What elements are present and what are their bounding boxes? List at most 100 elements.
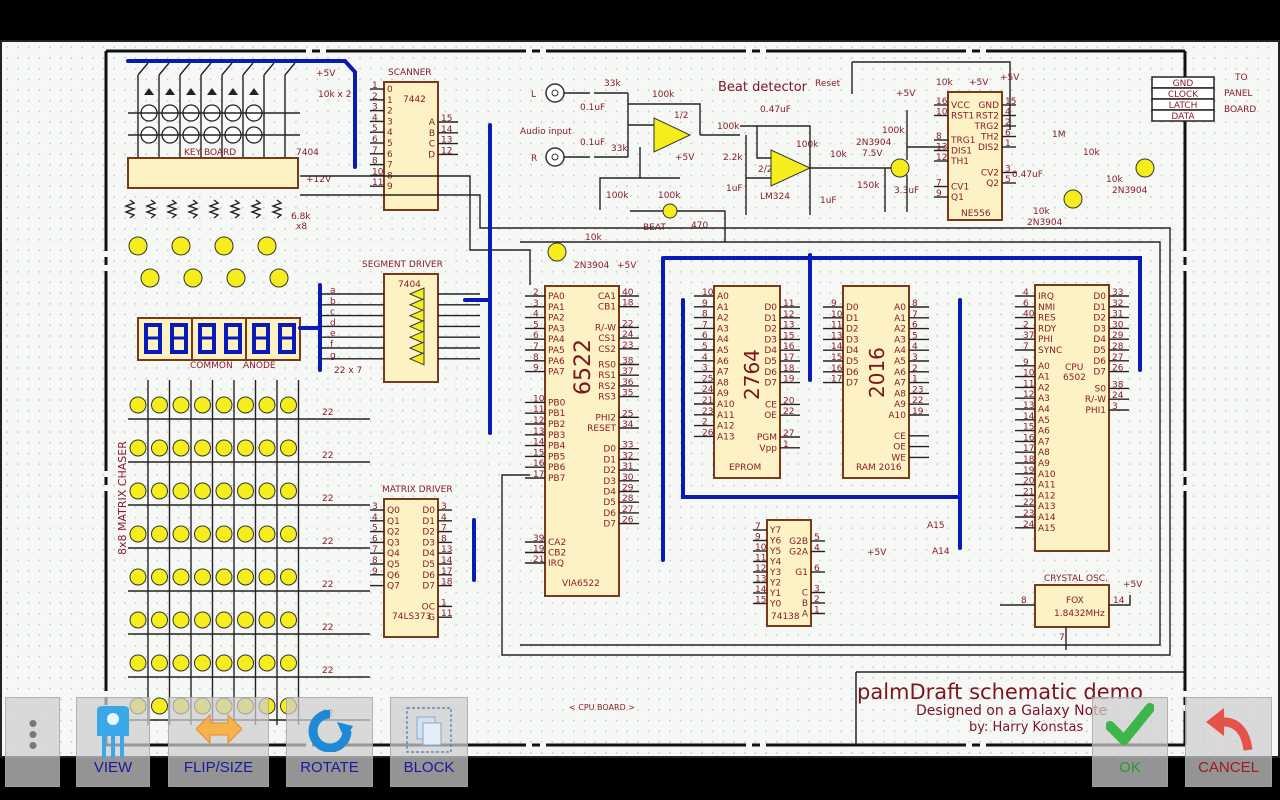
pin-number: 12 [755, 564, 766, 574]
pin-number: 1 [1005, 139, 1011, 149]
pin-number: 15 [783, 331, 794, 341]
svg-text:2016: 2016 [865, 347, 889, 398]
pin-number: 17 [1023, 444, 1034, 454]
pin-number: 2 [372, 92, 378, 102]
view-button[interactable]: VIEW [76, 697, 150, 787]
diode [186, 88, 196, 95]
pin-label: PA7 [548, 368, 565, 378]
led [194, 439, 211, 457]
pin-label: CV1 [951, 183, 969, 193]
pin-label: A9 [894, 400, 906, 410]
pin-number: 7 [936, 179, 942, 189]
pin-number: 13 [533, 427, 544, 437]
segment-driver-chip [383, 273, 439, 383]
pin-label: A1 [1038, 373, 1050, 383]
pin-number: 16 [936, 97, 948, 107]
pin-number: 40 [622, 288, 634, 298]
svg-text:SEGMENT DRIVER: SEGMENT DRIVER [362, 260, 443, 270]
pin-number: 3 [1005, 165, 1011, 175]
pin-number: 37 [622, 367, 633, 377]
pin-label: A12 [1038, 491, 1056, 501]
svg-text:2N3904: 2N3904 [1027, 218, 1063, 228]
svg-text:L: L [531, 90, 536, 100]
pin-number: 4 [441, 513, 447, 523]
pin-number: 19 [912, 407, 924, 417]
led [237, 439, 254, 457]
cancel-button[interactable]: CANCEL [1185, 697, 1272, 787]
pin-label: Y2 [769, 579, 781, 589]
pin-label: CA2 [548, 538, 566, 548]
pin-label: D7 [764, 379, 777, 389]
svg-text:CPU: CPU [1065, 363, 1083, 373]
pin-label: A2 [1038, 383, 1050, 393]
led [280, 611, 297, 629]
pin-label: OC [422, 602, 435, 612]
pin-label: D0 [846, 303, 859, 313]
svg-text:100k: 100k [796, 140, 819, 150]
pin-label: C [802, 589, 808, 599]
display-section: COMMON ANODE SEGMENT DRIVER 7404 abcdefg… [128, 236, 480, 383]
pin-number: 30 [1112, 320, 1124, 330]
led [258, 611, 276, 629]
svg-text:7442: 7442 [403, 95, 426, 105]
ram-2016-chip: 2016 RAM 2016 9 D010 D111 D213 D314 D415 D516 D… [823, 285, 929, 479]
pin-number: 7 [1023, 342, 1029, 352]
pin-label: D6 [764, 368, 777, 378]
pin-number: 15 [441, 114, 452, 124]
diode [228, 88, 238, 95]
scanner-label: SCANNER [388, 68, 432, 78]
pin-label: D0 [422, 506, 435, 516]
svg-text:+5V: +5V [617, 261, 637, 271]
schematic-drawing[interactable]: KEY BOARD 7404 +5V 10k x 2 +12V 6.8k x8 … [0, 0, 1280, 800]
resistor [271, 199, 283, 219]
resistor-value: 22 [322, 451, 333, 461]
pin-label: B [429, 129, 435, 139]
pin-number: 2 [1023, 320, 1029, 330]
block-label: BLOCK [403, 759, 455, 776]
pin-label: D7 [603, 520, 616, 530]
overflow-menu-button[interactable] [5, 697, 60, 787]
resistor [124, 199, 136, 219]
led [194, 611, 211, 629]
pin-number: 13 [831, 331, 842, 341]
pin-number: 2 [1005, 118, 1011, 128]
pin-number: 4 [533, 310, 539, 320]
pin-number: 9 [533, 364, 539, 374]
copy-pages-icon [406, 707, 452, 753]
pin-label: S0 [1095, 384, 1107, 394]
pin-label: DIS2 [978, 143, 999, 153]
pin-number: 35 [622, 389, 633, 399]
pin-label: 2 [387, 107, 393, 117]
led [129, 482, 147, 500]
block-button[interactable]: BLOCK [390, 697, 468, 787]
pin-number: 26 [1112, 364, 1124, 374]
diode [249, 88, 259, 95]
pin-number: 2 [814, 595, 820, 605]
pin-label: D5 [846, 357, 859, 367]
pin-number: 14 [441, 556, 453, 566]
pin-number: 17 [831, 375, 842, 385]
led [172, 525, 190, 543]
rotate-button[interactable]: ROTATE [286, 697, 373, 787]
svg-text:2764: 2764 [740, 349, 764, 400]
svg-text:74138: 74138 [771, 612, 800, 622]
pin-label: CE [894, 432, 906, 442]
led [215, 568, 233, 586]
pin-label: CS1 [598, 334, 616, 344]
pin-number: 1 [912, 375, 918, 385]
svg-text:A14: A14 [932, 547, 950, 557]
led [172, 611, 190, 629]
pin-label: RS1 [598, 371, 616, 381]
svg-text:+5V: +5V [316, 69, 336, 79]
pin-number: 14 [533, 438, 545, 448]
pin-label: A8 [894, 389, 906, 399]
pin-label: A8 [1038, 448, 1050, 458]
ok-button[interactable]: OK [1092, 697, 1168, 787]
pin-number: 5 [702, 342, 708, 352]
pin-number: 39 [533, 534, 545, 544]
svg-text:6.8k: 6.8k [291, 212, 311, 222]
flip-size-button[interactable]: FLIP/SIZE [168, 697, 269, 787]
led [237, 525, 254, 543]
pin-number: 38 [1112, 380, 1124, 390]
pin-label: Q0 [387, 506, 400, 516]
